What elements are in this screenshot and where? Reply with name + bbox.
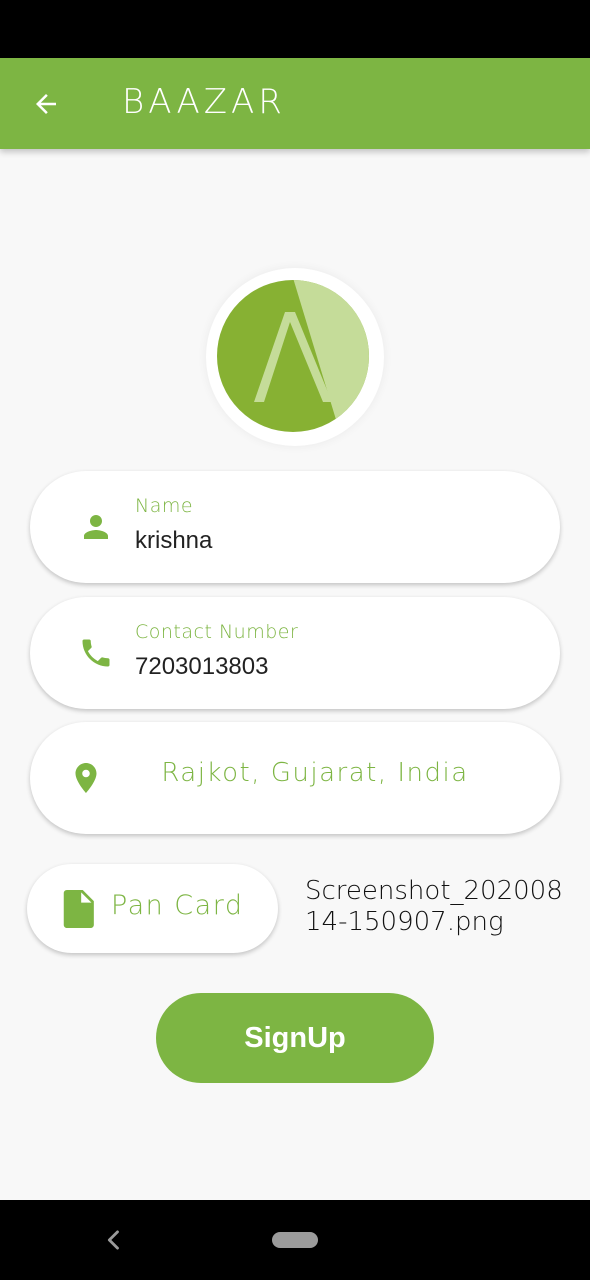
system-nav-bar xyxy=(0,1200,590,1280)
pan-card-filename: Screenshot_20200814-150907.png xyxy=(305,876,563,937)
app-title: BAAZAR xyxy=(122,82,286,122)
back-button[interactable] xyxy=(26,84,66,124)
name-label: Name xyxy=(135,495,194,517)
location-field[interactable]: Rajkot, Gujarat, India xyxy=(30,722,560,834)
nav-home-pill[interactable] xyxy=(272,1232,318,1248)
contact-number-value: 7203013803 xyxy=(135,653,269,680)
baazar-logo-icon xyxy=(217,280,369,432)
phone-icon xyxy=(82,639,110,667)
nav-back-icon[interactable] xyxy=(100,1226,128,1254)
pan-card-upload-button[interactable]: Pan Card xyxy=(27,864,278,953)
contact-number-field[interactable]: Contact Number 7203013803 xyxy=(30,597,560,709)
location-value: Rajkot, Gujarat, India xyxy=(161,758,469,788)
name-value: krishna xyxy=(135,527,213,554)
pan-card-label: Pan Card xyxy=(111,890,244,921)
person-icon xyxy=(84,515,108,539)
app-logo xyxy=(206,268,384,446)
file-icon xyxy=(63,890,94,928)
contact-number-label: Contact Number xyxy=(135,621,299,643)
status-bar xyxy=(0,0,590,58)
signup-button[interactable]: SignUp xyxy=(156,993,434,1083)
app-bar: BAAZAR xyxy=(0,58,590,149)
name-field[interactable]: Name krishna xyxy=(30,471,560,583)
arrow-left-icon xyxy=(36,94,56,114)
